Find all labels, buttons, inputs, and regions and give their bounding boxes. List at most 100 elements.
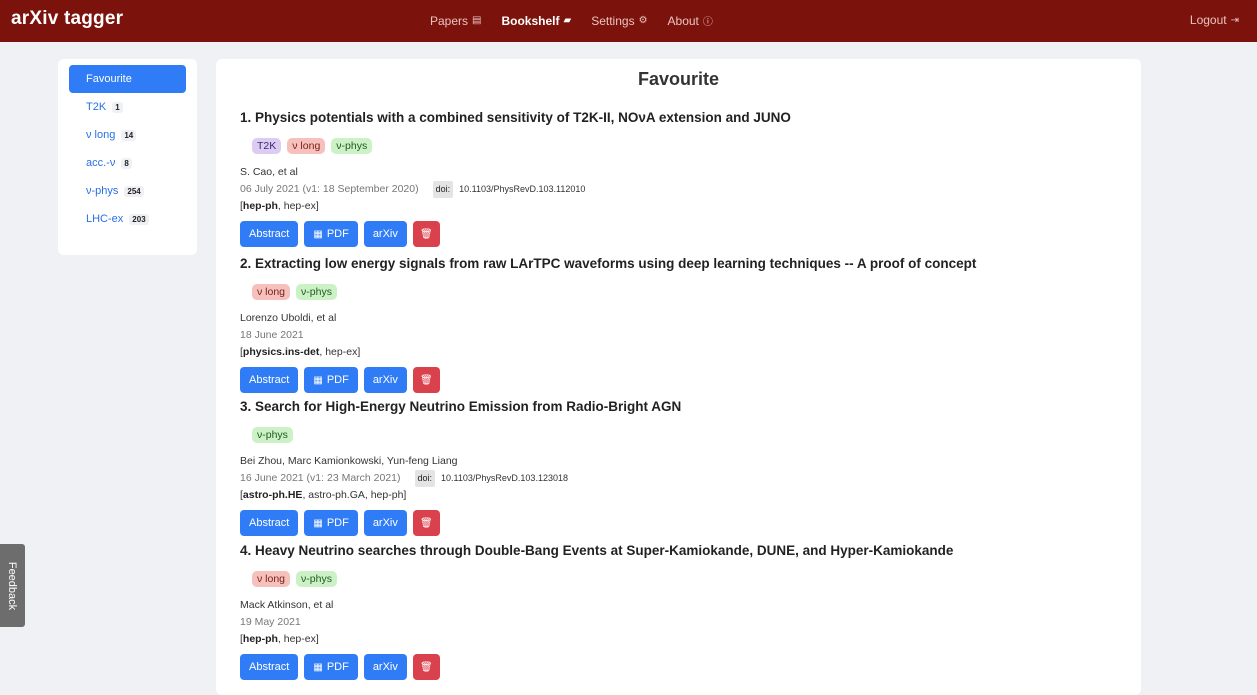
pdf-button[interactable]: ▦ PDF <box>304 221 358 247</box>
abstract-button[interactable]: Abstract <box>240 510 299 536</box>
tag-badge[interactable]: ν long <box>252 284 291 300</box>
file-pdf-icon: ▦ <box>313 517 323 529</box>
paper-card: 4. Heavy Neutrino searches through Doubl… <box>240 543 1120 680</box>
tag-badge[interactable]: ν long <box>287 138 326 154</box>
trash-icon: 🗑 <box>420 661 433 673</box>
nav-bookshelf-link[interactable]: Bookshelf ▰ <box>501 13 571 28</box>
other-categories: , hep-ex] <box>277 633 319 645</box>
paper-date-row: 06 July 2021 (v1: 18 September 2020) doi… <box>240 181 1120 198</box>
sidebar-item-count: 203 <box>129 213 149 225</box>
trash-icon: 🗑 <box>420 517 433 529</box>
sidebar-item-label: T2K <box>86 101 107 113</box>
sidebar-item-count: 14 <box>121 129 137 141</box>
pdf-label: PDF <box>326 374 349 386</box>
primary-category: astro-ph.HE <box>242 489 303 501</box>
cogs-icon: ⚙ <box>638 15 648 26</box>
other-categories: , hep-ex] <box>319 346 361 358</box>
abstract-label: Abstract <box>249 661 290 673</box>
nav-settings-label: Settings <box>591 13 635 28</box>
sidebar-item-label: Favourite <box>86 73 132 85</box>
sign-out-icon: ⇥ <box>1230 14 1239 26</box>
paper-categories: [hep-ph, hep-ex] <box>240 200 319 212</box>
paper-date-row: 16 June 2021 (v1: 23 March 2021) doi: 10… <box>240 470 1120 487</box>
file-pdf-icon: ▦ <box>313 661 323 673</box>
sidebar-item-t2k[interactable]: T2K 1 <box>69 93 186 121</box>
paper-tags: ν long ν-phys <box>252 284 1120 300</box>
nav-papers-link[interactable]: Papers ▤ <box>430 13 481 28</box>
paper-date: 06 July 2021 (v1: 18 September 2020) <box>240 183 419 195</box>
abstract-button[interactable]: Abstract <box>240 367 299 393</box>
delete-button[interactable]: 🗑 <box>412 221 440 247</box>
sidebar-item-count: 8 <box>121 157 132 169</box>
brand-logo[interactable]: arXiv tagger <box>11 8 123 30</box>
abstract-button[interactable]: Abstract <box>240 654 299 680</box>
pdf-button[interactable]: ▦ PDF <box>304 654 358 680</box>
doi-link[interactable]: 10.1103/PhysRevD.103.112010 <box>459 181 585 198</box>
delete-button[interactable]: 🗑 <box>412 510 440 536</box>
arxiv-button[interactable]: arXiv <box>363 510 407 536</box>
sidebar-item-lhc-ex[interactable]: LHC-ex 203 <box>69 205 186 233</box>
paper-tags: ν long ν-phys <box>252 571 1120 587</box>
paper-title[interactable]: 2. Extracting low energy signals from ra… <box>240 256 1120 272</box>
sidebar-item-favourite[interactable]: Favourite <box>69 65 186 93</box>
nav-about-label: About <box>667 13 699 28</box>
paper-card: 1. Physics potentials with a combined se… <box>240 110 1120 247</box>
paper-card: 3. Search for High-Energy Neutrino Emiss… <box>240 399 1120 536</box>
abstract-label: Abstract <box>249 374 290 386</box>
tag-badge[interactable]: ν-phys <box>331 138 373 154</box>
paper-categories: [astro-ph.HE, astro-ph.GA, hep-ph] <box>240 489 407 501</box>
paper-title[interactable]: 3. Search for High-Energy Neutrino Emiss… <box>240 399 1120 415</box>
tag-badge[interactable]: ν-phys <box>296 571 337 587</box>
logout-link[interactable]: Logout ⇥ <box>1190 13 1239 27</box>
sidebar-item-nu-long[interactable]: ν long 14 <box>69 121 186 149</box>
newspaper-icon: ▤ <box>472 15 482 26</box>
paper-date-row: 19 May 2021 <box>240 614 1120 631</box>
sidebar-item-nu-phys[interactable]: ν-phys 254 <box>69 177 186 205</box>
pdf-label: PDF <box>326 517 349 529</box>
sidebar-item-acc-nu[interactable]: acc.-ν 8 <box>69 149 186 177</box>
arxiv-label: arXiv <box>372 228 398 240</box>
doi-label: doi: <box>414 470 436 487</box>
arxiv-button[interactable]: arXiv <box>363 221 407 247</box>
paper-tags: T2K ν long ν-phys <box>252 138 1120 154</box>
page-title: Favourite <box>637 69 720 89</box>
arxiv-button[interactable]: arXiv <box>363 367 407 393</box>
pdf-button[interactable]: ▦ PDF <box>304 367 358 393</box>
sidebar-item-label: acc.-ν <box>86 157 116 169</box>
doi-badge: doi: 10.1103/PhysRevD.103.123018 <box>414 470 568 487</box>
book-icon: ▰ <box>563 15 572 26</box>
tag-badge[interactable]: ν long <box>252 571 291 587</box>
sidebar-item-count: 254 <box>124 185 144 197</box>
papers-panel: Favourite 1. Physics potentials with a c… <box>216 59 1141 695</box>
nav-papers-label: Papers <box>430 13 469 28</box>
pdf-button[interactable]: ▦ PDF <box>304 510 358 536</box>
paper-categories: [hep-ph, hep-ex] <box>240 633 319 645</box>
primary-category: hep-ph <box>242 200 278 212</box>
file-pdf-icon: ▦ <box>313 374 323 386</box>
paper-date: 16 June 2021 (v1: 23 March 2021) <box>240 472 401 484</box>
abstract-label: Abstract <box>249 517 290 529</box>
delete-button[interactable]: 🗑 <box>412 367 440 393</box>
abstract-button[interactable]: Abstract <box>240 221 299 247</box>
arxiv-label: arXiv <box>372 517 398 529</box>
tag-badge[interactable]: T2K <box>252 138 282 154</box>
feedback-label: Feedback <box>6 561 19 610</box>
feedback-tab[interactable]: Feedback <box>0 544 25 627</box>
paper-categories: [physics.ins-det, hep-ex] <box>240 346 361 358</box>
doi-link[interactable]: 10.1103/PhysRevD.103.123018 <box>441 470 568 487</box>
paper-actions: Abstract ▦ PDF arXiv 🗑 <box>240 221 1120 247</box>
nav-about-link[interactable]: About ⓘ <box>667 13 713 29</box>
paper-meta: Mack Atkinson, et al 19 May 2021 [hep-ph… <box>240 597 1120 648</box>
top-navbar: arXiv tagger Papers ▤ Bookshelf ▰ Settin… <box>0 0 1257 42</box>
tag-badge[interactable]: ν-phys <box>296 284 337 300</box>
primary-category: physics.ins-det <box>242 346 320 358</box>
paper-card: 2. Extracting low energy signals from ra… <box>240 256 1120 393</box>
paper-title[interactable]: 4. Heavy Neutrino searches through Doubl… <box>240 543 1120 559</box>
nav-settings-link[interactable]: Settings ⚙ <box>591 13 647 28</box>
arxiv-button[interactable]: arXiv <box>363 654 407 680</box>
arxiv-label: arXiv <box>372 661 398 673</box>
tag-badge[interactable]: ν-phys <box>252 427 293 443</box>
paper-title[interactable]: 1. Physics potentials with a combined se… <box>240 110 1120 126</box>
delete-button[interactable]: 🗑 <box>412 654 440 680</box>
paper-date: 18 June 2021 <box>240 329 304 341</box>
